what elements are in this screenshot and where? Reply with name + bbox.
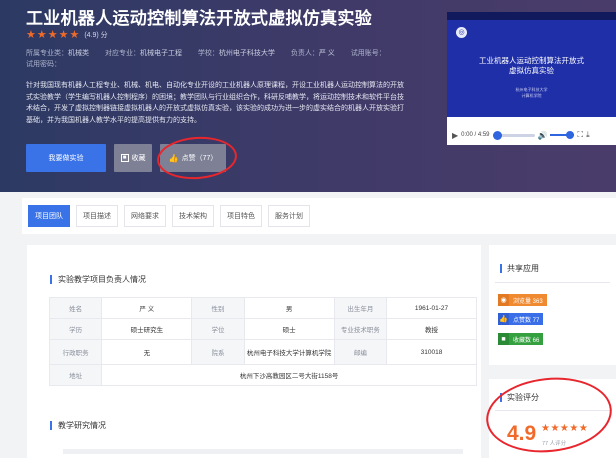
video-progress-bar[interactable] xyxy=(492,130,535,140)
table-cell: 硕士研究生 xyxy=(101,318,193,340)
table-cell: 1961-01-27 xyxy=(385,297,478,319)
intro-video-player[interactable]: ◎ 工业机器人运动控制算法开放式 虚拟仿真实验 杭州电子科技大学 计算机学院 ▶… xyxy=(447,12,616,145)
progress-knob[interactable] xyxy=(492,130,502,140)
views-badge: ◉ 浏览量 363 xyxy=(498,294,547,306)
table-cell: 姓名 xyxy=(48,297,103,319)
section-title-leader: 实验教学项目负责人情况 xyxy=(50,275,146,284)
table-cell: 310018 xyxy=(385,339,478,365)
table-cell: 行政职务 xyxy=(48,339,103,365)
bookmark-icon: ■ xyxy=(498,333,509,345)
video-time: 0:00 / 4:59 xyxy=(461,132,490,138)
favorites-label: 收藏数 66 xyxy=(509,333,544,345)
favorite-label: 收藏 xyxy=(131,155,146,162)
table-cell: 邮编 xyxy=(333,339,387,365)
content-placeholder xyxy=(63,449,463,454)
video-topbar xyxy=(447,12,616,20)
project-description: 针对我国现有机器人工程专业、机械、机电、自动化专业开设的工业机器人原理课程，开设… xyxy=(26,82,404,124)
table-cell: 男 xyxy=(243,297,335,319)
tab-bar: 项目团队 项目描述 网络要求 技术架构 项目特色 服务计划 xyxy=(22,198,616,234)
table-row: 行政职务 无 院系 杭州电子科技大学计算机学院 邮编 310018 xyxy=(48,339,478,365)
meta-password: 试用密码： xyxy=(26,61,61,68)
views-label: 浏览量 363 xyxy=(509,294,547,306)
video-subtitle: 杭州电子科技大学 计算机学院 xyxy=(515,87,548,98)
table-cell: 地址 xyxy=(48,364,103,386)
volume-knob[interactable] xyxy=(566,131,575,139)
table-row: 地址 杭州下沙高教园区二号大街1158号 xyxy=(48,364,477,386)
meta-major: 对应专业：机械电子工程 xyxy=(104,50,182,57)
meta-owner: 负责人：严 义 xyxy=(290,50,335,57)
tab-description[interactable]: 项目描述 xyxy=(76,205,118,227)
volume-icon[interactable]: 🔊 xyxy=(538,131,548,140)
share-panel: 共享应用 ◉ 浏览量 363 👍 点赞数 77 ■ 收藏数 66 xyxy=(489,245,616,365)
video-controls: ▶ 0:00 / 4:59 🔊 ⛶ ⤓ xyxy=(447,127,616,143)
project-meta: 所属专业类：机械类 对应专业：机械电子工程 学校：杭州电子科技大学 负责人：严 … xyxy=(26,48,426,70)
school-logo-icon: ◎ xyxy=(456,27,467,38)
table-cell: 硕士 xyxy=(243,318,335,340)
rating-score: (4.9) 分 xyxy=(84,31,108,39)
video-screen[interactable]: ◎ 工业机器人运动控制算法开放式 虚拟仿真实验 杭州电子科技大学 计算机学院 xyxy=(447,12,616,117)
leader-info-table: 姓名 严 义 性别 男 出生年月 1961-01-27 学历 硕士研究生 学位 … xyxy=(48,297,478,386)
play-icon[interactable]: ▶ xyxy=(452,131,458,140)
bookmark-icon: ■ xyxy=(120,154,129,162)
main-content: 实验教学项目负责人情况 姓名 严 义 性别 男 出生年月 1961-01-27 … xyxy=(27,245,481,458)
project-header: 工业机器人运动控制算法开放式虚拟仿真实验 ★★★★★ (4.9) 分 所属专业类… xyxy=(0,0,616,192)
page-title: 工业机器人运动控制算法开放式虚拟仿真实验 xyxy=(26,9,372,28)
star-icon: ★★★★★ xyxy=(26,29,81,41)
table-cell: 出生年月 xyxy=(333,297,387,319)
table-cell: 杭州电子科技大学计算机学院 xyxy=(243,339,335,365)
eye-icon: ◉ xyxy=(498,294,509,306)
meta-category: 所属专业类：机械类 xyxy=(26,50,89,57)
likes-label: 点赞数 77 xyxy=(509,313,544,325)
table-cell: 教授 xyxy=(385,318,478,340)
meta-account: 试用账号： xyxy=(350,50,386,57)
table-cell: 学位 xyxy=(191,318,245,340)
volume-slider[interactable] xyxy=(550,131,575,139)
start-experiment-label: 我要做实验 xyxy=(48,155,84,162)
tab-network[interactable]: 网络要求 xyxy=(124,205,166,227)
thumbs-up-icon: 👍 xyxy=(498,313,509,325)
share-title: 共享应用 xyxy=(500,264,539,273)
meta-school: 学校：杭州电子科技大学 xyxy=(197,50,275,57)
video-title: 工业机器人运动控制算法开放式 虚拟仿真实验 xyxy=(479,56,584,75)
tab-team[interactable]: 项目团队 xyxy=(28,205,70,227)
table-row: 学历 硕士研究生 学位 硕士 专业技术职务 教授 xyxy=(48,318,478,340)
tab-service-plan[interactable]: 服务计划 xyxy=(268,205,310,227)
table-cell: 学历 xyxy=(48,318,103,340)
download-icon[interactable]: ⤓ xyxy=(586,130,590,140)
rating-row: ★★★★★ (4.9) 分 xyxy=(26,28,108,41)
table-cell: 专业技术职务 xyxy=(333,318,387,340)
table-cell: 性别 xyxy=(191,297,245,319)
table-cell: 院系 xyxy=(191,339,245,365)
table-row: 姓名 严 义 性别 男 出生年月 1961-01-27 xyxy=(48,297,478,319)
start-experiment-button[interactable]: 我要做实验 xyxy=(26,144,106,172)
tab-features[interactable]: 项目特色 xyxy=(220,205,262,227)
favorites-badge: ■ 收藏数 66 xyxy=(498,333,544,345)
fullscreen-icon[interactable]: ⛶ xyxy=(577,130,583,140)
section-title-teaching: 教学研究情况 xyxy=(50,421,106,430)
divider xyxy=(495,282,610,283)
table-cell: 无 xyxy=(101,339,193,365)
likes-badge: 👍 点赞数 77 xyxy=(498,313,544,325)
favorite-button[interactable]: ■ 收藏 xyxy=(114,144,152,172)
tab-architecture[interactable]: 技术架构 xyxy=(172,205,214,227)
table-cell: 严 义 xyxy=(101,297,193,319)
table-cell: 杭州下沙高教园区二号大街1158号 xyxy=(101,364,477,386)
